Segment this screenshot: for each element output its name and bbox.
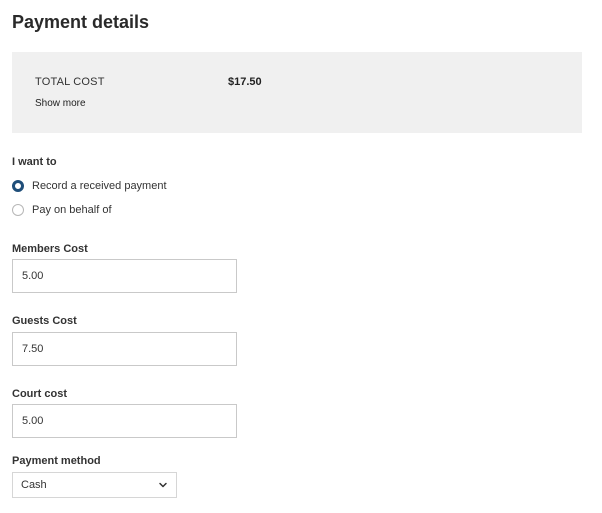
page-title: Payment details [12, 12, 150, 32]
show-more-link[interactable]: Show more [35, 98, 86, 109]
radio-label: Record a received payment [32, 180, 167, 192]
radio-button-checked[interactable] [12, 180, 24, 192]
radio-button-unchecked[interactable] [12, 204, 24, 216]
radio-record-received-payment[interactable]: Record a received payment [12, 180, 167, 192]
guests-cost-label: Guests Cost [12, 315, 77, 327]
guests-cost-input[interactable] [12, 332, 237, 366]
intent-label: I want to [12, 156, 57, 168]
total-cost-label: TOTAL COST [35, 76, 105, 88]
members-cost-label: Members Cost [12, 243, 88, 255]
members-cost-input[interactable] [12, 259, 237, 293]
radio-pay-on-behalf-of[interactable]: Pay on behalf of [12, 204, 112, 216]
payment-method-select[interactable]: Cash [12, 472, 177, 498]
court-cost-label: Court cost [12, 388, 67, 400]
radio-label: Pay on behalf of [32, 204, 112, 216]
chevron-down-icon [159, 482, 167, 488]
court-cost-input[interactable] [12, 404, 237, 438]
payment-method-label: Payment method [12, 455, 101, 467]
total-cost-value: $17.50 [228, 76, 262, 88]
payment-method-value: Cash [21, 479, 47, 491]
payment-summary: TOTAL COST $17.50 Show more [12, 52, 582, 133]
